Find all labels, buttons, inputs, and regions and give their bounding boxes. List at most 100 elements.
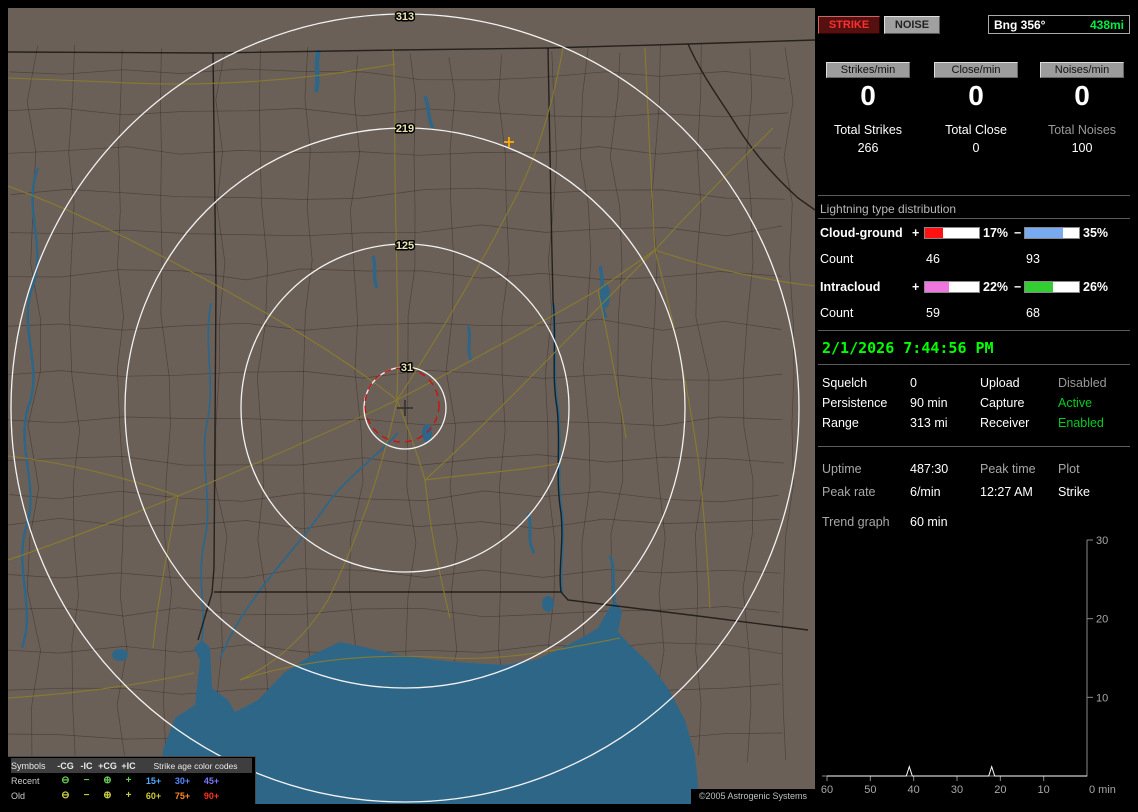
age-15: 15+	[145, 775, 162, 786]
map-legend: Symbols -CG -IC +CG +IC Strike age color…	[8, 756, 256, 804]
noise-toggle-button[interactable]: NOISE	[884, 16, 940, 34]
cg-negative-fill	[1025, 228, 1063, 238]
strike-toggle-button[interactable]: STRIKE	[818, 16, 880, 34]
cg-negative-pct: 35%	[1083, 226, 1109, 240]
bearing-readout: Bng 356° 438mi	[988, 15, 1130, 34]
legend-recent-label: Recent	[11, 775, 40, 786]
stats-row-1: Uptime 487:30 Peak time Plot	[818, 462, 1130, 480]
persistence-label: Persistence	[822, 396, 888, 410]
legend-col-pos-cg: +CG	[98, 760, 117, 771]
squelch-label: Squelch	[822, 376, 868, 390]
cg-negative-bar	[1024, 227, 1080, 239]
noises-per-min-value: 0	[1074, 80, 1090, 111]
stats-row-2: Peak rate 6/min 12:27 AM Strike	[818, 485, 1130, 503]
cloud-ground-label: Cloud-ground	[820, 226, 903, 240]
total-close-value: 0	[972, 141, 980, 155]
strikes-per-min-value: 0	[860, 80, 876, 111]
bearing-label: Bng 356°	[994, 17, 1046, 32]
plus-sign: +	[912, 226, 920, 240]
intracloud-count-row: Count 59 68	[818, 306, 1130, 322]
receiver-status: Enabled	[1058, 416, 1104, 430]
upload-label: Upload	[980, 376, 1020, 390]
cloud-ground-row: Cloud-ground + 17% − 35%	[818, 226, 1130, 242]
strike-rate-series	[827, 764, 1087, 777]
intracloud-row: Intracloud + 22% − 26%	[818, 280, 1130, 296]
cg-positive-count: 46	[926, 252, 940, 266]
age-60: 60+	[145, 790, 162, 801]
trend-graph-window: 60 min	[910, 515, 948, 529]
peak-rate-value: 6/min	[910, 485, 941, 499]
recent-pos-ic-icon: +	[125, 775, 132, 786]
uptime-value: 487:30	[910, 462, 949, 476]
capture-status: Active	[1058, 396, 1093, 410]
divider	[818, 330, 1130, 331]
legend-recent-row: Recent ⊖ − ⊕ + 15+ 30+ 45+	[11, 773, 252, 788]
minus-sign: −	[1014, 226, 1022, 240]
divider	[818, 218, 1130, 219]
recent-neg-cg-icon: ⊖	[61, 775, 70, 786]
copyright-notice: ©2005 Astrogenic Systems	[690, 789, 815, 804]
legend-col-pos-ic: +IC	[121, 760, 136, 771]
ic-negative-pct: 26%	[1083, 280, 1109, 294]
close-per-min-value: 0	[968, 80, 984, 111]
ic-positive-bar	[924, 281, 980, 293]
noises-per-min-header: Noises/min	[1040, 62, 1124, 78]
ic-positive-fill	[925, 282, 949, 292]
cg-positive-bar	[924, 227, 980, 239]
cg-negative-count: 93	[1026, 252, 1040, 266]
map-view[interactable]: 313 219 125 31 Symbols -CG -IC +CG +IC S…	[8, 8, 815, 804]
cg-positive-pct: 17%	[983, 226, 1009, 240]
setting-row-range: Range 313 mi Receiver Enabled	[818, 416, 1130, 434]
trend-graph: 30 20 10 60 50 40 30 20 10 0 min	[821, 535, 1116, 796]
divider	[818, 364, 1130, 365]
y-tick-label: 30	[1096, 535, 1108, 547]
recent-pos-cg-icon: ⊕	[103, 775, 112, 786]
uptime-label: Uptime	[822, 462, 862, 476]
plot-type-value: Strike	[1058, 485, 1090, 499]
ic-positive-pct: 22%	[983, 280, 1009, 294]
x-tick-label: 30	[951, 784, 963, 796]
cloud-ground-count-row: Count 46 93	[818, 252, 1130, 268]
strikes-per-min-header: Strikes/min	[826, 62, 910, 78]
peak-rate-label: Peak rate	[822, 485, 876, 499]
age-75: 75+	[174, 790, 191, 801]
range-label: Range	[822, 416, 859, 430]
x-tick-label: 20	[994, 784, 1006, 796]
rate-column-close: Close/min 0 Total Close 0	[926, 62, 1026, 155]
peak-time-label: Peak time	[980, 462, 1036, 476]
x-axis-origin-label: 0 min	[1089, 784, 1116, 796]
divider	[818, 446, 1130, 447]
upload-status: Disabled	[1058, 376, 1107, 390]
y-tick-label: 10	[1096, 692, 1108, 704]
receiver-label: Receiver	[980, 416, 1030, 430]
graph-axes	[822, 540, 1088, 777]
setting-row-persistence: Persistence 90 min Capture Active	[818, 396, 1130, 414]
x-tick-label: 60	[821, 784, 833, 796]
total-strikes-label: Total Strikes	[833, 123, 903, 137]
count-label: Count	[820, 252, 854, 266]
legend-col-neg-ic: -IC	[80, 760, 93, 771]
legend-col-neg-cg: -CG	[57, 760, 74, 771]
peak-time-value: 12:27 AM	[980, 485, 1033, 499]
datetime-display: 2/1/2026 7:44:56 PM	[822, 339, 994, 357]
total-close-label: Total Close	[945, 123, 1007, 137]
x-tick-label: 40	[908, 784, 920, 796]
ic-negative-bar	[1024, 281, 1080, 293]
distribution-title: Lightning type distribution	[820, 202, 957, 216]
squelch-value: 0	[910, 376, 917, 390]
range-value: 313 mi	[910, 416, 948, 430]
minus-sign: −	[1014, 280, 1022, 294]
map-canvas[interactable]: 313 219 125 31	[8, 8, 815, 804]
rate-column-noises: Noises/min 0 Total Noises 100	[1032, 62, 1132, 155]
legend-header-row: Symbols -CG -IC +CG +IC Strike age color…	[11, 758, 252, 773]
legend-age-header: Strike age color codes	[153, 760, 238, 771]
ring-label-219: 219	[396, 123, 414, 135]
x-tick-label: 10	[1038, 784, 1050, 796]
total-noises-value: 100	[1071, 141, 1093, 155]
ic-positive-count: 59	[926, 306, 940, 320]
rate-column-strikes: Strikes/min 0 Total Strikes 266	[818, 62, 918, 155]
close-per-min-header: Close/min	[934, 62, 1018, 78]
x-tick-label: 50	[864, 784, 876, 796]
plot-label: Plot	[1058, 462, 1080, 476]
recent-neg-ic-icon: −	[83, 775, 90, 786]
